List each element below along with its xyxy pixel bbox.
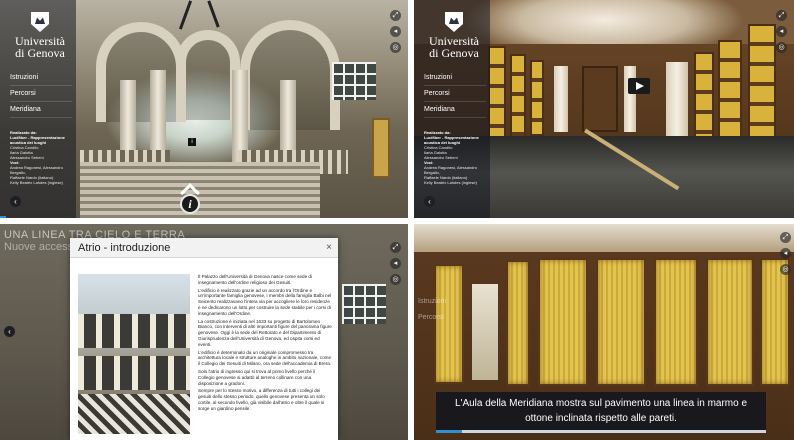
chevron-left-icon[interactable]: ‹ bbox=[10, 196, 21, 207]
speaker-icon[interactable]: ◂ bbox=[390, 258, 401, 269]
yellow-wall-panel bbox=[506, 260, 530, 386]
chevron-left-icon[interactable]: ‹ bbox=[4, 326, 15, 337]
yellow-wall-panel bbox=[596, 258, 646, 386]
university-logo[interactable]: Università di Genova bbox=[424, 12, 484, 60]
sidebar: Università di Genova Istruzioni Percorsi… bbox=[0, 0, 76, 218]
arcade-lower bbox=[78, 356, 190, 390]
audio-progress-fill bbox=[436, 430, 463, 433]
menu-item-percorsi[interactable]: Percorsi bbox=[424, 86, 486, 102]
staircase bbox=[80, 162, 320, 218]
bookshelf bbox=[694, 52, 714, 148]
speaker-icon[interactable]: ◂ bbox=[780, 248, 791, 259]
window bbox=[342, 284, 386, 324]
view-controls: ⤢ ◂ ◎ bbox=[390, 10, 402, 58]
shield-icon bbox=[445, 12, 463, 32]
curtain bbox=[624, 66, 636, 132]
audio-progress-bar[interactable] bbox=[436, 430, 766, 433]
panorama-atrium-view[interactable]: Università di Genova Istruzioni Percorsi… bbox=[0, 0, 408, 218]
view-controls: ⤢ ◂ ◎ bbox=[780, 232, 792, 280]
yellow-wall-panel bbox=[654, 258, 698, 386]
modal-title: Atrio - introduzione bbox=[78, 242, 171, 254]
play-icon[interactable] bbox=[628, 78, 650, 94]
bookshelf bbox=[530, 60, 544, 136]
wall-panel bbox=[372, 118, 390, 178]
fullscreen-icon[interactable]: ⤢ bbox=[780, 232, 791, 243]
chevron-left-icon[interactable]: ‹ bbox=[424, 196, 435, 207]
curtain bbox=[666, 62, 688, 138]
university-logo[interactable]: Università di Genova bbox=[10, 12, 70, 60]
bookshelf bbox=[510, 54, 526, 140]
info-modal: Atrio - introduzione × Il Palazzo dell'U… bbox=[70, 238, 338, 440]
arch-left bbox=[96, 22, 186, 122]
courtyard-floor bbox=[78, 394, 190, 434]
subtitle-line: ottone inclinata rispetto alle pareti. bbox=[525, 413, 677, 424]
info-icon[interactable]: i bbox=[180, 194, 200, 214]
modal-paragraph: Il Palazzo dell'Università di Genova nas… bbox=[198, 274, 312, 285]
modal-paragraph: Sempre per lo stesso motivo, a differenz… bbox=[198, 388, 325, 411]
credits: Realizzato da: Lucifiber - Rappresentazi… bbox=[424, 130, 488, 185]
modal-header: Atrio - introduzione × bbox=[70, 238, 338, 258]
speaker-icon[interactable]: ◂ bbox=[776, 26, 787, 37]
yellow-wall-panel bbox=[706, 258, 754, 386]
view-controls: ⤢ ◂ ◎ bbox=[390, 242, 402, 290]
arch-center bbox=[176, 30, 240, 120]
panorama-meridian-wall-view[interactable]: Istruzioni Percorsi ⤢ ◂ ◎ L'Aula della M… bbox=[414, 224, 794, 440]
main-menu: Istruzioni Percorsi Meridiana bbox=[10, 70, 72, 118]
wooden-door bbox=[582, 66, 618, 132]
gyroscope-icon[interactable]: ◎ bbox=[390, 42, 401, 53]
close-icon[interactable]: × bbox=[326, 242, 332, 253]
menu-item-percorsi[interactable]: Percorsi bbox=[418, 310, 446, 326]
panorama-with-info-modal[interactable]: UNA LINEA TRA CIELO E TERRA Nuove access… bbox=[0, 224, 408, 440]
credits-line: Andrea Ragonesi, Alessandro Bergallo, bbox=[10, 165, 63, 175]
panorama-meridian-hall-view[interactable]: Università di Genova Istruzioni Percorsi… bbox=[414, 0, 794, 218]
fullscreen-icon[interactable]: ⤢ bbox=[390, 10, 401, 21]
modal-paragraph: Solo l'atrio di ingresso qui si trova al… bbox=[198, 368, 316, 386]
logo-text-line2: di Genova bbox=[429, 46, 479, 60]
gyroscope-icon[interactable]: ◎ bbox=[780, 264, 791, 275]
menu-item-istruzioni[interactable]: Istruzioni bbox=[424, 70, 486, 86]
modal-paragraph: L'edificio è realizzato grazie ad un acc… bbox=[198, 287, 332, 316]
ceiling bbox=[414, 224, 794, 252]
bookshelf bbox=[488, 46, 506, 146]
modal-paragraph: La costruzione è iniziata nel 1633 su pr… bbox=[198, 318, 332, 347]
bookshelf bbox=[748, 24, 776, 154]
courtyard-photo bbox=[78, 274, 190, 434]
info-icon[interactable]: i bbox=[188, 138, 196, 146]
progress-bar bbox=[0, 216, 6, 218]
modal-body-text: Il Palazzo dell'Università di Genova nas… bbox=[198, 274, 332, 414]
menu-item-istruzioni[interactable]: Istruzioni bbox=[10, 70, 72, 86]
fullscreen-icon[interactable]: ⤢ bbox=[776, 10, 787, 21]
menu-item-percorsi[interactable]: Percorsi bbox=[10, 86, 72, 102]
subtitle-line: L'Aula della Meridiana mostra sul pavime… bbox=[454, 398, 748, 409]
doorway bbox=[472, 284, 498, 380]
main-menu: Istruzioni Percorsi Meridiana bbox=[424, 70, 486, 118]
credits: Realizzato da: Lucifiber - Rappresentazi… bbox=[10, 130, 74, 185]
fullscreen-icon[interactable]: ⤢ bbox=[390, 242, 401, 253]
window bbox=[332, 62, 376, 100]
arcade-upper bbox=[78, 314, 190, 348]
gyroscope-icon[interactable]: ◎ bbox=[390, 274, 401, 285]
credits-line: Kelly Beatrix Lahdes (inglese) bbox=[10, 180, 63, 185]
credits-line: Andrea Ragonesi, Alessandro Bergallo, bbox=[424, 165, 477, 175]
gyroscope-icon[interactable]: ◎ bbox=[776, 42, 787, 53]
sidebar: Università di Genova Istruzioni Percorsi… bbox=[414, 0, 490, 218]
curtain bbox=[554, 66, 568, 132]
menu-item-meridiana[interactable]: Meridiana bbox=[424, 102, 486, 118]
subtitle-caption: L'Aula della Meridiana mostra sul pavime… bbox=[436, 392, 766, 430]
speaker-icon[interactable]: ◂ bbox=[390, 26, 401, 37]
faded-menu: Istruzioni Percorsi bbox=[418, 294, 446, 326]
view-controls: ⤢ ◂ ◎ bbox=[776, 10, 788, 58]
credits-line: Kelly Beatrix Lahdes (inglese) bbox=[424, 180, 477, 185]
menu-item-istruzioni[interactable]: Istruzioni bbox=[418, 294, 446, 310]
menu-item-meridiana[interactable]: Meridiana bbox=[10, 102, 72, 118]
yellow-wall-panel bbox=[538, 258, 588, 386]
modal-paragraph: L'edificio è determinato da un originale… bbox=[198, 349, 332, 367]
shield-icon bbox=[31, 12, 49, 32]
logo-text-line2: di Genova bbox=[15, 46, 65, 60]
